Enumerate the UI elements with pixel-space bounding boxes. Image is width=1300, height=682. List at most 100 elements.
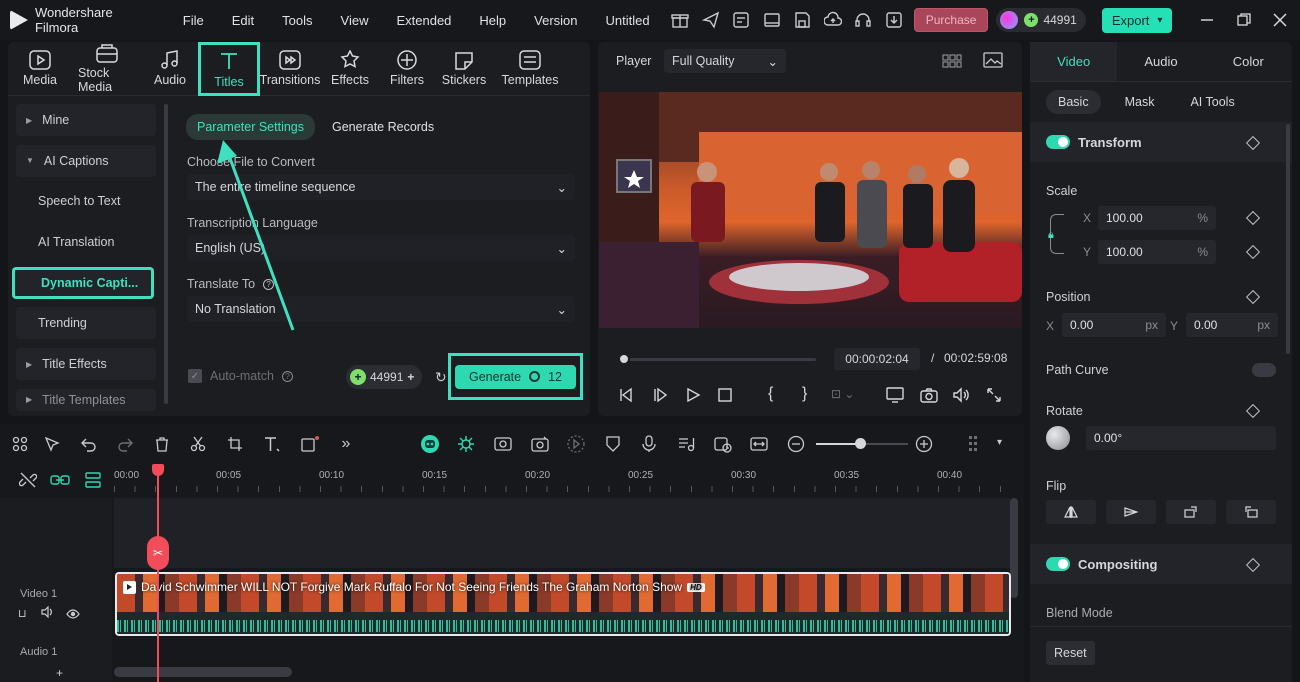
transform-toggle[interactable] — [1046, 135, 1070, 149]
volume-icon[interactable] — [952, 387, 970, 406]
prev-frame-icon[interactable] — [618, 387, 634, 406]
tab-media[interactable]: Media — [8, 42, 72, 95]
video-preview[interactable] — [599, 92, 1022, 328]
subtab-mask[interactable]: Mask — [1113, 90, 1167, 114]
playhead-knob[interactable] — [618, 353, 630, 365]
feedback-icon[interactable] — [731, 8, 753, 32]
credits-pill[interactable]: + 44991 + — [346, 365, 423, 389]
cloud-upload-icon[interactable] — [822, 8, 844, 32]
tab-audio-props[interactable]: Audio — [1117, 42, 1204, 81]
play-slow-icon[interactable] — [652, 387, 668, 406]
purchase-button[interactable]: Purchase — [913, 8, 989, 32]
camera-icon[interactable] — [920, 387, 938, 406]
path-curve-toggle[interactable] — [1252, 363, 1276, 377]
lock-track-icon[interactable]: ⊔ — [18, 607, 27, 620]
tab-audio[interactable]: Audio — [142, 42, 198, 95]
scissors-icon[interactable] — [188, 434, 208, 454]
grid-view-icon[interactable] — [942, 54, 962, 71]
compositing-toggle[interactable] — [1046, 557, 1070, 571]
reset-button[interactable]: Reset — [1046, 641, 1095, 665]
send-icon[interactable] — [700, 8, 722, 32]
sidebar-item-trending[interactable]: Trending — [16, 307, 156, 340]
credits-badge[interactable]: + 44991 — [996, 8, 1086, 32]
track-stack-icon[interactable] — [83, 470, 103, 490]
help-icon[interactable]: ? — [281, 370, 293, 382]
timeline-playhead[interactable] — [157, 468, 159, 682]
menu-edit[interactable]: Edit — [232, 13, 254, 28]
record-shape-icon[interactable] — [300, 434, 320, 454]
sidebar-scrollbar[interactable] — [164, 104, 168, 404]
tab-video[interactable]: Video — [1030, 42, 1118, 81]
track-layout-icon[interactable] — [966, 434, 986, 454]
fit-width-icon[interactable] — [749, 434, 769, 454]
video-clip[interactable]: David Schwimmer WILL NOT Forgive Mark Ru… — [115, 572, 1011, 636]
tab-stock-media[interactable]: Stock Media — [72, 42, 142, 95]
stop-icon[interactable] — [717, 387, 733, 406]
position-y-input[interactable]: 0.00 px — [1186, 313, 1278, 337]
sidebar-item-ai-translation[interactable]: AI Translation — [16, 226, 156, 258]
marker-shield-icon[interactable] — [603, 434, 623, 454]
restore-icon[interactable] — [1233, 8, 1255, 32]
headset-icon[interactable] — [853, 8, 875, 32]
play-range-icon[interactable] — [566, 434, 586, 454]
rotate-left-button[interactable] — [1226, 500, 1276, 524]
motion-track-icon[interactable] — [493, 434, 513, 454]
save-icon[interactable] — [792, 8, 814, 32]
position-x-input[interactable]: 0.00 px — [1062, 313, 1166, 337]
menu-version[interactable]: Version — [534, 13, 577, 28]
redo-icon[interactable] — [115, 434, 135, 454]
playback-progress[interactable] — [622, 358, 816, 361]
tab-filters[interactable]: Filters — [380, 42, 434, 95]
tab-transitions[interactable]: Transitions — [260, 42, 320, 95]
menu-file[interactable]: File — [183, 13, 204, 28]
rotate-input[interactable]: 0.00° — [1086, 426, 1276, 450]
playhead-handle[interactable] — [152, 464, 164, 476]
layout-icon[interactable] — [761, 8, 783, 32]
flip-vertical-button[interactable] — [1106, 500, 1156, 524]
sidebar-item-title-effects[interactable]: ▶ Title Effects — [16, 348, 156, 381]
keyframe-diamond-icon[interactable] — [1245, 210, 1261, 226]
close-icon[interactable] — [1269, 8, 1291, 32]
mute-track-icon[interactable] — [41, 605, 55, 621]
menu-help[interactable]: Help — [479, 13, 506, 28]
auto-match-checkbox[interactable]: ✓ — [188, 369, 202, 383]
quality-select[interactable]: Full Quality ⌄ — [664, 49, 786, 73]
menu-extended[interactable]: Extended — [396, 13, 451, 28]
menu-tools[interactable]: Tools — [282, 13, 312, 28]
sidebar-item-dynamic-captions[interactable]: Dynamic Capti... — [12, 266, 154, 299]
generate-button[interactable]: Generate 12 — [454, 364, 577, 389]
lock-icon[interactable]: 🔒︎ — [1048, 229, 1054, 242]
export-button[interactable]: Export ▾ — [1101, 7, 1173, 33]
timeline-vscroll[interactable] — [1010, 498, 1018, 598]
download-icon[interactable] — [883, 8, 905, 32]
sidebar-item-mine[interactable]: ▶ Mine — [16, 104, 156, 136]
menu-view[interactable]: View — [341, 13, 369, 28]
snapshot-image-icon[interactable] — [983, 52, 1003, 71]
delete-icon[interactable] — [152, 434, 172, 454]
keyframe-diamond-icon[interactable] — [1245, 244, 1261, 260]
insert-dropdown-icon[interactable]: ⊡ ⌄ — [831, 387, 854, 401]
mark-out-icon[interactable]: } — [802, 385, 807, 403]
zoom-in-icon[interactable] — [914, 434, 934, 454]
keyframe-diamond-icon[interactable] — [1245, 403, 1261, 419]
minimize-icon[interactable] — [1196, 8, 1218, 32]
inspector-scrollbar[interactable] — [1286, 124, 1290, 354]
timeline-hscroll[interactable] — [114, 667, 292, 677]
zoom-slider-knob[interactable] — [855, 438, 866, 449]
chevron-down-icon[interactable]: ▾ — [997, 437, 1002, 448]
layout-grid-icon[interactable] — [10, 434, 30, 454]
unlink-icon[interactable] — [18, 470, 38, 490]
fullscreen-icon[interactable] — [986, 387, 1002, 406]
rotate-right-button[interactable] — [1166, 500, 1216, 524]
add-track-icon[interactable]: + — [56, 666, 63, 680]
speed-icon[interactable] — [713, 434, 733, 454]
text-tool-icon[interactable] — [262, 434, 282, 454]
more-tools-icon[interactable]: » — [336, 434, 356, 454]
mark-in-icon[interactable]: { — [768, 385, 773, 403]
current-time[interactable]: 00:00:02:04 — [834, 348, 920, 370]
select-tool-icon[interactable] — [42, 434, 62, 454]
tab-parameter-settings[interactable]: Parameter Settings — [186, 114, 315, 140]
scale-x-input[interactable]: 100.00% — [1098, 206, 1216, 230]
crop-icon[interactable] — [225, 434, 245, 454]
tab-stickers[interactable]: Stickers — [434, 42, 494, 95]
